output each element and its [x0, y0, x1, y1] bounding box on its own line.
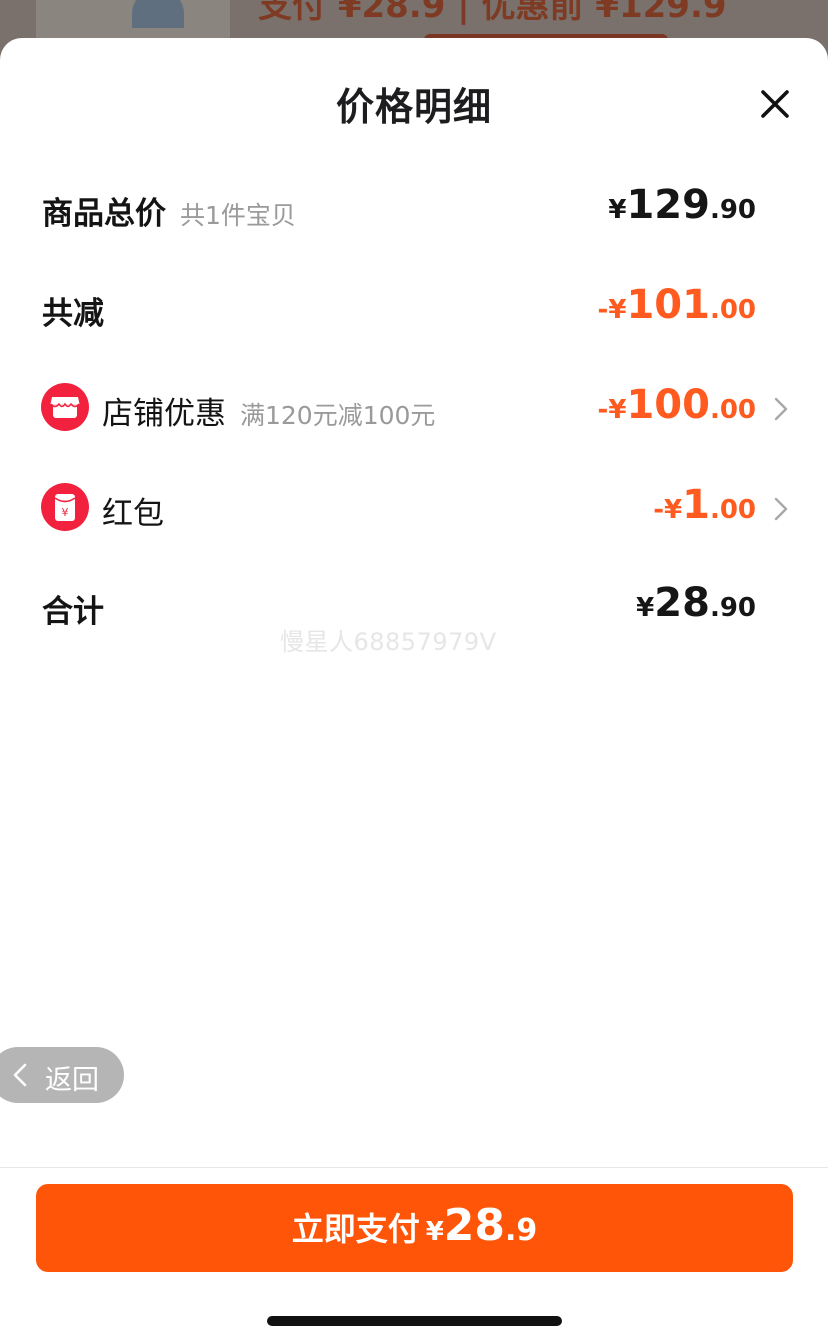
svg-text:¥: ¥ [62, 506, 69, 519]
footer-divider [0, 1167, 828, 1168]
back-button-label: 返回 [45, 1065, 99, 1096]
item-count: 共1件宝贝 [180, 201, 296, 230]
background-pay-text: 支付 ¥28.9 | 优惠前 ¥129.9 [258, 0, 727, 26]
close-icon[interactable] [757, 86, 793, 122]
chevron-right-icon [774, 497, 788, 521]
sheet-title: 价格明细 [335, 85, 492, 129]
amount-decimal: .90 [709, 593, 756, 623]
store-coupon-amount: -¥100.00 [598, 382, 756, 428]
amount-integer: 1 [682, 482, 710, 528]
amount-decimal: .9 [505, 1213, 538, 1248]
amount-integer: 101 [626, 282, 710, 328]
amount-integer: 28 [654, 580, 710, 626]
discount-total-amount: -¥101.00 [598, 282, 756, 328]
product-thumbnail [36, 0, 230, 38]
back-button[interactable]: 返回 [0, 1047, 124, 1103]
subtotal-label-text: 商品总价 [42, 196, 166, 232]
currency-symbol: -¥ [597, 395, 627, 425]
subtotal-amount: ¥129.90 [608, 182, 756, 228]
discount-total-row: 共减 -¥101.00 [0, 278, 828, 338]
amount-decimal: .00 [709, 395, 756, 425]
subtotal-row: 商品总价 共1件宝贝 ¥129.90 [0, 178, 828, 238]
watermark: 慢星人68857979V [280, 628, 497, 656]
red-packet-icon: ¥ [41, 483, 89, 531]
amount-integer: 28 [443, 1200, 506, 1251]
store-coupon-label-text: 店铺优惠 [102, 396, 226, 432]
discount-total-label: 共减 [42, 296, 104, 332]
currency-symbol: ¥ [425, 1217, 444, 1247]
amount-decimal: .00 [709, 495, 756, 525]
home-indicator[interactable] [267, 1316, 562, 1326]
subtotal-label: 商品总价 共1件宝贝 [42, 188, 296, 233]
amount-integer: 129 [626, 182, 710, 228]
pay-now-button[interactable]: 立即支付 ¥28.9 [36, 1184, 793, 1272]
chevron-left-icon [13, 1063, 27, 1087]
store-icon [41, 383, 89, 431]
store-coupon-row[interactable]: 店铺优惠 满120元减100元 -¥100.00 [0, 378, 828, 438]
currency-symbol: ¥ [608, 195, 627, 225]
currency-symbol: -¥ [653, 495, 683, 525]
pay-now-label: 立即支付 [291, 1210, 420, 1248]
amount-decimal: .00 [709, 295, 756, 325]
store-coupon-rule: 满120元减100元 [240, 401, 436, 430]
currency-symbol: ¥ [636, 593, 655, 623]
amount-integer: 100 [626, 382, 710, 428]
store-coupon-label: 店铺优惠 满120元减100元 [102, 388, 435, 433]
total-label: 合计 [42, 594, 104, 630]
red-packet-label: 红包 [102, 496, 164, 532]
chevron-right-icon [774, 397, 788, 421]
red-packet-amount: -¥1.00 [653, 482, 756, 528]
price-detail-sheet: 价格明细 商品总价 共1件宝贝 ¥129.90 共减 -¥101.00 店铺优惠满… [0, 38, 828, 1344]
red-packet-row[interactable]: ¥ 红包 -¥1.00 [0, 478, 828, 538]
amount-decimal: .90 [709, 195, 756, 225]
currency-symbol: -¥ [597, 295, 627, 325]
total-amount: ¥28.90 [636, 580, 756, 626]
pay-now-content: 立即支付 ¥28.9 [36, 1200, 793, 1251]
